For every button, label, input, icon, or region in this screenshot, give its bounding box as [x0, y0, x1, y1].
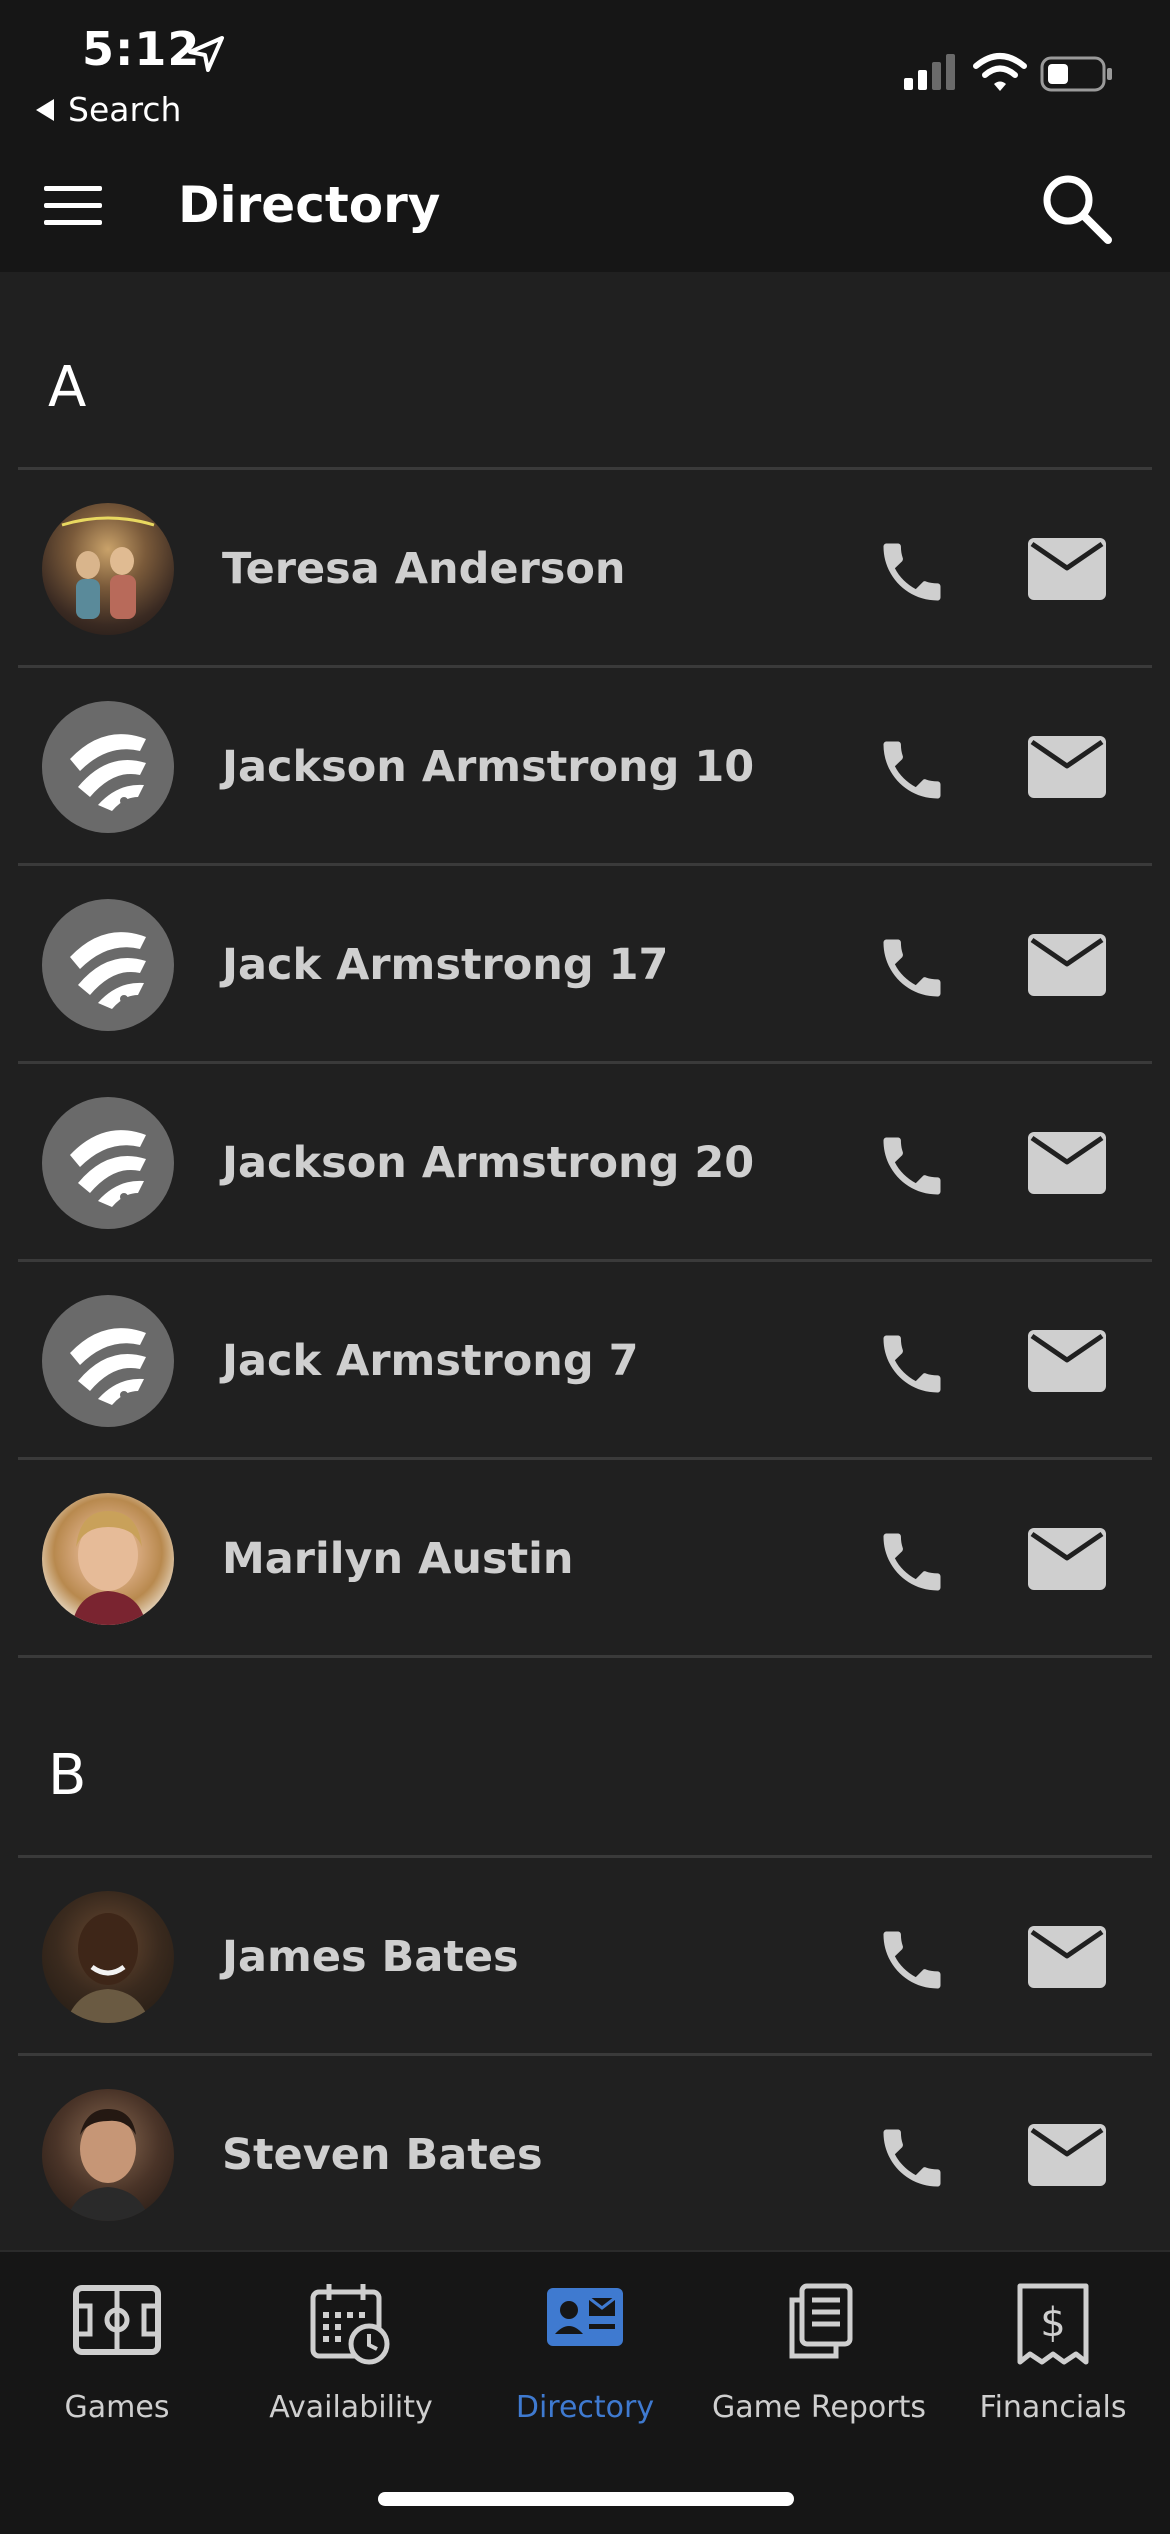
search-icon[interactable]	[1036, 168, 1116, 248]
contact-row[interactable]: James Bates	[0, 1858, 1170, 2056]
contact-row[interactable]: Jackson Armstrong 20	[0, 1064, 1170, 1262]
phone-icon[interactable]	[874, 1922, 950, 1998]
back-to-search-link[interactable]: Search	[36, 90, 181, 129]
email-icon[interactable]	[1026, 1328, 1108, 1394]
contact-name: James Bates	[222, 1932, 519, 1982]
email-icon[interactable]	[1026, 932, 1108, 998]
phone-icon[interactable]	[874, 930, 950, 1006]
svg-text:$: $	[1040, 2300, 1065, 2346]
contact-name: Teresa Anderson	[222, 544, 626, 594]
contact-name: Jackson Armstrong 10	[222, 742, 755, 792]
back-search-label: Search	[68, 90, 182, 129]
email-icon[interactable]	[1026, 1130, 1108, 1196]
cellular-signal-icon	[904, 54, 955, 90]
directory-list[interactable]: A Teresa Anderson Jackson Armstrong 10 J…	[0, 274, 1170, 2250]
tab-label: Availability	[269, 2390, 433, 2425]
tab-games[interactable]: Games	[0, 2252, 234, 2482]
avatar	[42, 701, 174, 833]
receipt-dollar-icon: $	[1017, 2283, 1089, 2365]
contact-row[interactable]: Marilyn Austin	[0, 1460, 1170, 1658]
avatar	[42, 1097, 174, 1229]
reports-icon	[789, 2283, 853, 2359]
team-logo-icon	[70, 734, 146, 811]
tab-directory[interactable]: Directory	[468, 2252, 702, 2482]
email-icon[interactable]	[1026, 2122, 1108, 2188]
contact-name: Steven Bates	[222, 2130, 543, 2180]
tab-label: Directory	[515, 2390, 655, 2425]
wifi-icon	[973, 53, 1027, 91]
team-logo-icon	[70, 1328, 146, 1405]
avatar	[42, 899, 174, 1031]
tab-label: Financials	[979, 2390, 1127, 2425]
calendar-clock-icon	[310, 2284, 390, 2365]
tab-game-reports[interactable]: Game Reports	[702, 2252, 936, 2482]
team-logo-icon	[70, 932, 146, 1009]
contact-row[interactable]: Teresa Anderson	[0, 470, 1170, 668]
avatar	[42, 1295, 174, 1427]
contact-name: Jack Armstrong 7	[222, 1336, 639, 1386]
hamburger-menu-icon[interactable]	[40, 180, 106, 232]
avatar	[42, 2089, 174, 2221]
contact-name: Marilyn Austin	[222, 1534, 574, 1584]
email-icon[interactable]	[1026, 1924, 1108, 1990]
contact-name: Jackson Armstrong 20	[222, 1138, 755, 1188]
section-letter: A	[48, 355, 87, 420]
tab-label: Game Reports	[712, 2390, 926, 2425]
email-icon[interactable]	[1026, 1526, 1108, 1592]
avatar	[42, 1493, 174, 1625]
tab-availability[interactable]: Availability	[234, 2252, 468, 2482]
section-header-b: B	[0, 1658, 1170, 1858]
avatar	[42, 503, 174, 635]
phone-icon[interactable]	[874, 534, 950, 610]
contact-name: Jack Armstrong 17	[222, 940, 669, 990]
phone-icon[interactable]	[874, 732, 950, 808]
email-icon[interactable]	[1026, 536, 1108, 602]
location-arrow-icon	[188, 36, 224, 72]
section-header-a: A	[0, 274, 1170, 470]
back-arrow-icon	[36, 98, 54, 121]
contact-row[interactable]: Steven Bates	[0, 2056, 1170, 2250]
tab-label: Games	[64, 2390, 170, 2425]
phone-icon[interactable]	[874, 2120, 950, 2196]
page-title: Directory	[178, 176, 441, 234]
team-logo-icon	[70, 1130, 146, 1207]
contact-card-icon	[547, 2288, 623, 2346]
contact-row[interactable]: Jack Armstrong 17	[0, 866, 1170, 1064]
top-bar: 5:12 Search Directory	[0, 0, 1170, 272]
status-time: 5:12	[82, 22, 201, 76]
phone-icon[interactable]	[874, 1128, 950, 1204]
home-indicator[interactable]	[378, 2492, 794, 2506]
field-icon	[73, 2285, 161, 2355]
contact-row[interactable]: Jackson Armstrong 10	[0, 668, 1170, 866]
avatar	[42, 1891, 174, 2023]
phone-icon[interactable]	[874, 1326, 950, 1402]
section-letter: B	[48, 1743, 87, 1808]
email-icon[interactable]	[1026, 734, 1108, 800]
tab-financials[interactable]: $ Financials	[936, 2252, 1170, 2482]
battery-icon	[1040, 56, 1112, 92]
phone-icon[interactable]	[874, 1524, 950, 1600]
contact-row[interactable]: Jack Armstrong 7	[0, 1262, 1170, 1460]
